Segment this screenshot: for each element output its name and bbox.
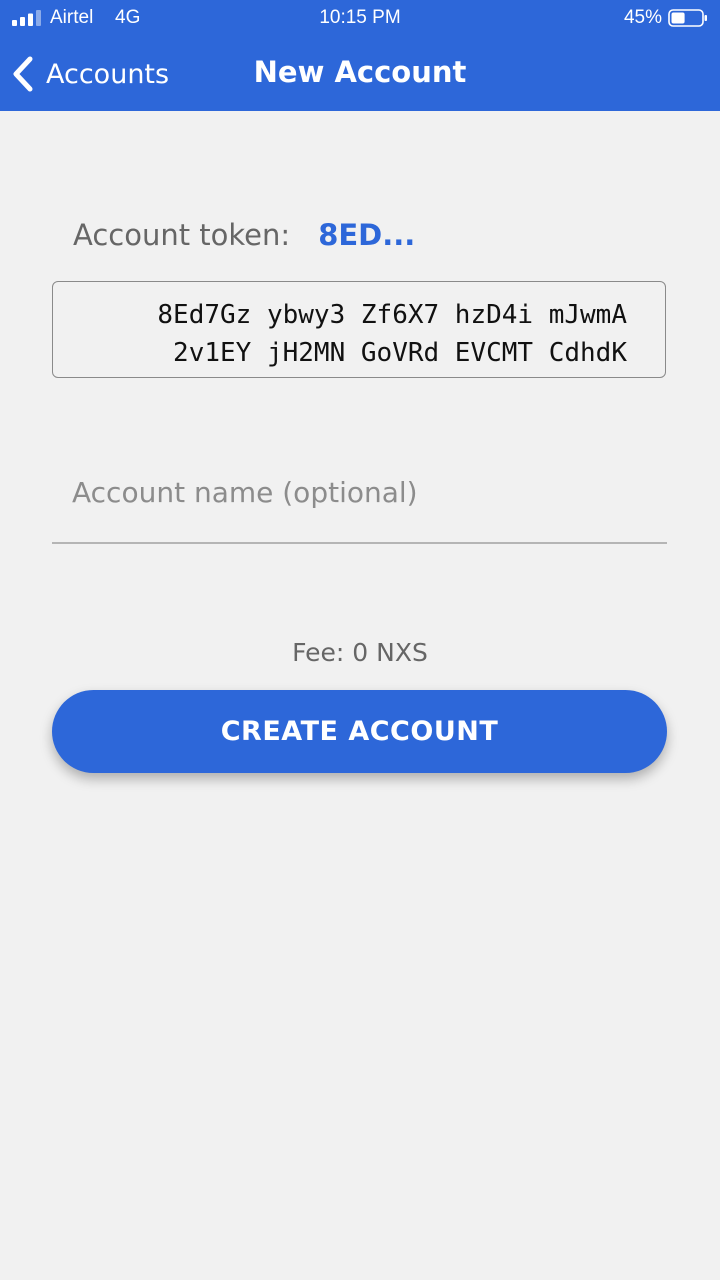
account-token-row: Account token: 8ED... [73, 218, 415, 252]
account-token-box[interactable]: 8Ed7Gz ybwy3 Zf6X7 hzD4i mJwmA 2v1EY jH2M… [52, 281, 666, 378]
battery-percent: 45% [623, 7, 662, 28]
account-token-line-1: 8Ed7Gz ybwy3 Zf6X7 hzD4i mJwmA [157, 300, 627, 330]
fee-text: Fee: 0 NXS [292, 638, 428, 667]
status-time: 10:15 PM [319, 7, 401, 28]
app-header: Airtel 4G 10:15 PM 45% Accounts New Acco… [0, 0, 720, 111]
account-name-field [52, 460, 667, 544]
page-title: New Account [253, 55, 467, 89]
account-token-line-2: 2v1EY jH2MN GoVRd EVCMT CdhdK [173, 338, 627, 368]
account-token-label: Account token: [73, 218, 291, 252]
account-token-short[interactable]: 8ED... [318, 218, 415, 252]
account-name-input[interactable] [72, 470, 652, 515]
battery-icon [668, 9, 707, 27]
create-account-button[interactable]: CREATE ACCOUNT [52, 690, 667, 773]
status-bar: Airtel 4G 10:15 PM 45% [0, 0, 720, 38]
navigation-bar: Accounts New Account [0, 38, 720, 111]
